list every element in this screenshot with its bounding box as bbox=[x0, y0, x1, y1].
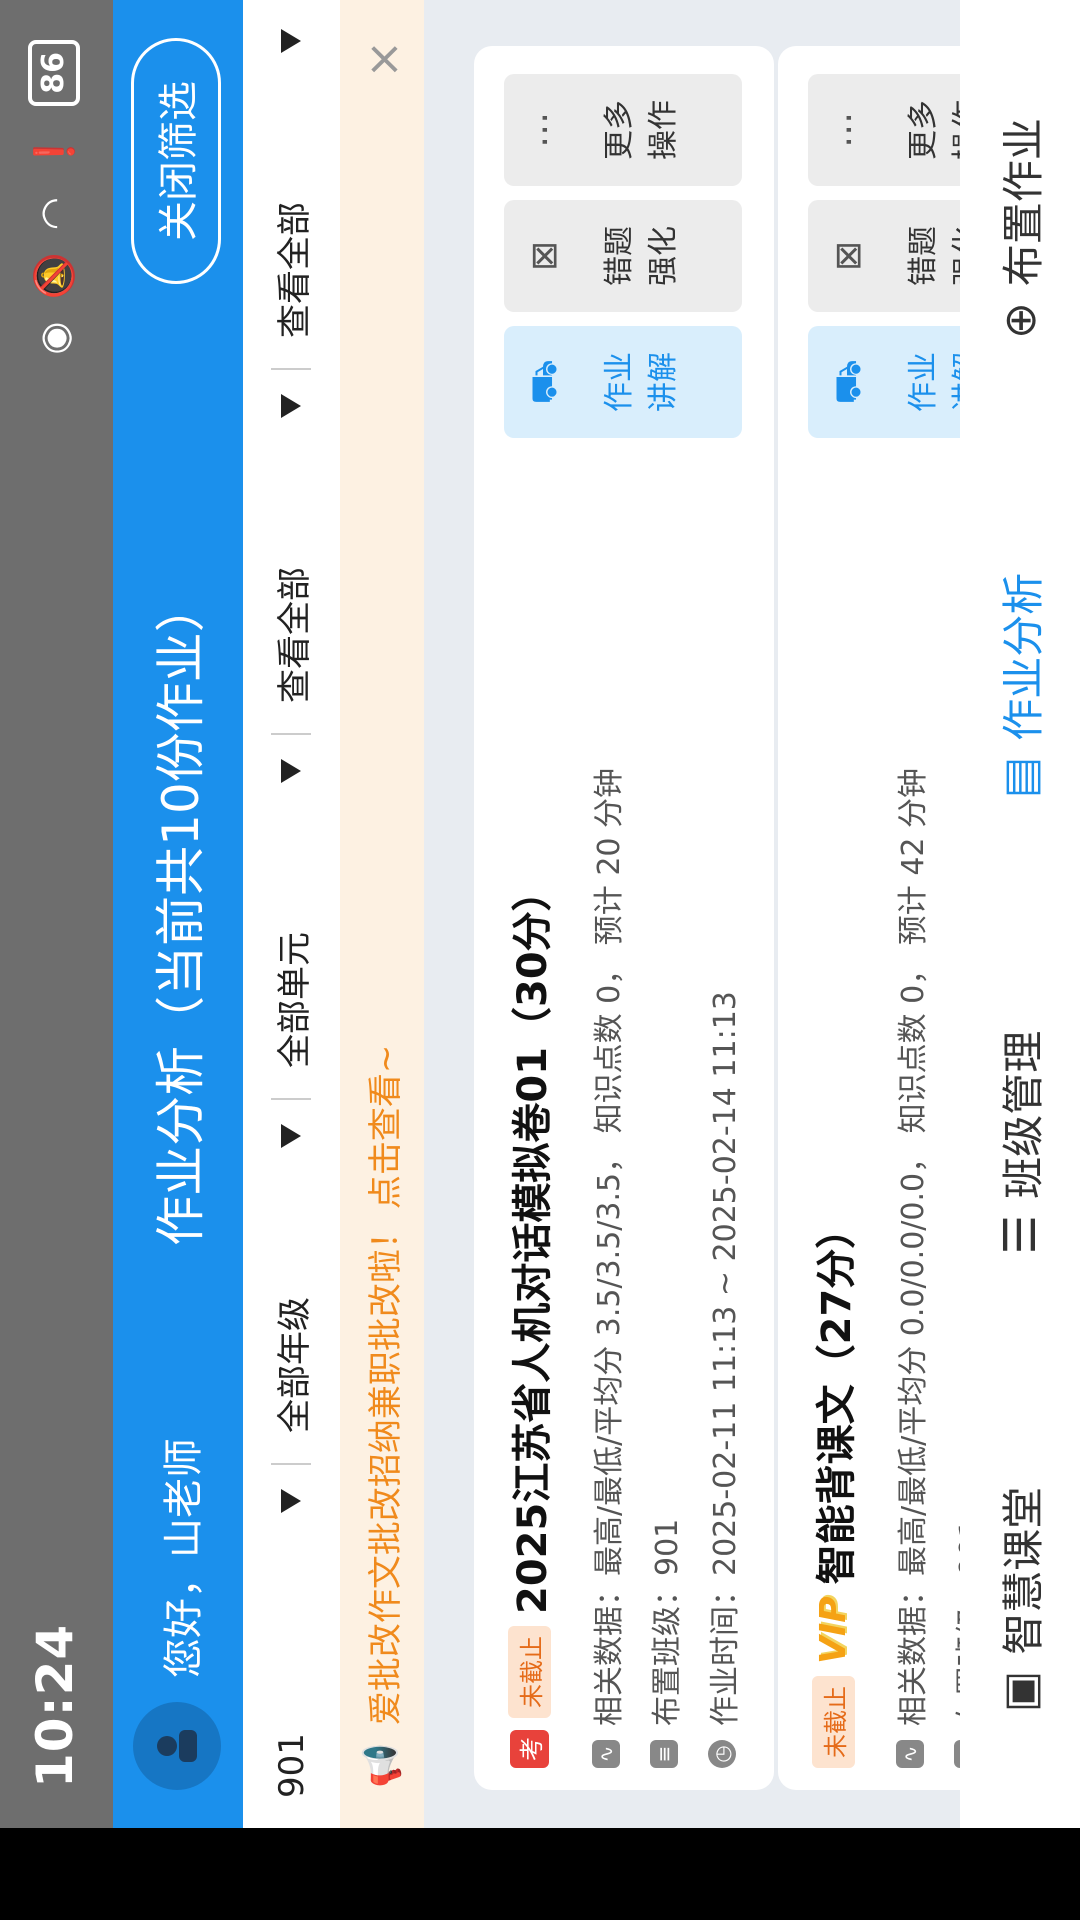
explain-icon: ⛟ bbox=[828, 359, 869, 405]
homework-explain-button[interactable]: ⛟ 作业讲解 bbox=[504, 326, 742, 438]
status-time: 10:24 bbox=[26, 1623, 84, 1788]
analysis-icon: ▤ bbox=[994, 756, 1046, 799]
chart-icon: ∿ bbox=[592, 1740, 620, 1768]
time-row: ◷ 作业时间：2025-02-11 11:13 ~ 2025-02-14 11:… bbox=[700, 991, 744, 1768]
status-bar: 10:24 ◉ 🔕 ◠ ❗ 86 bbox=[0, 0, 113, 1828]
stats-text: 相关数据：最高/最低/平均分 0.0/0.0/0.0， 知识点数 0， 预计 4… bbox=[896, 767, 931, 1726]
nav-smart-classroom[interactable]: ▣ 智慧课堂 bbox=[990, 1371, 1051, 1828]
status-badge: 未截止 bbox=[507, 1626, 551, 1718]
stats-text: 相关数据：最高/最低/平均分 3.5/3.5/3.5， 知识点数 0， 预计 2… bbox=[592, 767, 627, 1726]
stats-row: ∿ 相关数据：最高/最低/平均分 0.0/0.0/0.0， 知识点数 0， 预计… bbox=[888, 768, 932, 1768]
filter-unit[interactable]: 全部单元 bbox=[243, 733, 340, 1098]
class-row: ≡ 布置班级：901 bbox=[642, 1519, 686, 1768]
status-icons: ◉ 🔕 ◠ ❗ 86 bbox=[28, 40, 80, 355]
dropdown-arrow-icon bbox=[281, 29, 301, 53]
card-title-row: 未截止 VIP 智能背课文（27分） bbox=[804, 1209, 862, 1768]
filter-label: 全部单元 bbox=[275, 932, 315, 1068]
wrong-question-button[interactable]: ⊠ 错题强化 bbox=[504, 200, 742, 312]
nav-class-management[interactable]: ☰ 班级管理 bbox=[990, 914, 1051, 1371]
class-icon: ☰ bbox=[994, 1214, 1046, 1255]
speaker-icon: 📢 bbox=[362, 1743, 403, 1788]
wrong-question-icon: ⊠ bbox=[524, 240, 565, 272]
eye-icon: ◉ bbox=[32, 321, 76, 355]
clock-icon: ◷ bbox=[708, 1740, 736, 1768]
more-icon: ⋯ bbox=[828, 112, 869, 148]
plus-icon: ⊕ bbox=[994, 302, 1046, 339]
divider bbox=[271, 1098, 311, 1100]
class-icon: ≡ bbox=[650, 1740, 678, 1768]
homework-title: 智能背课文（27分） bbox=[814, 1208, 860, 1585]
filter-grade[interactable]: 全部年级 bbox=[243, 1098, 340, 1463]
filter-label: 全部年级 bbox=[275, 1297, 315, 1433]
filter-view-all-1[interactable]: 查看全部 bbox=[243, 368, 340, 733]
notice-link[interactable]: 点击查看~ bbox=[358, 1045, 407, 1210]
more-icon: ⋯ bbox=[524, 112, 565, 148]
dropdown-arrow-icon bbox=[281, 1489, 301, 1513]
card-title-row: 考 未截止 2025江苏省人机对话模拟卷01（30分） bbox=[500, 871, 558, 1768]
wrong-question-icon: ⊠ bbox=[828, 240, 869, 272]
class-text: 布置班级：901 bbox=[650, 1518, 685, 1726]
nav-assign-homework[interactable]: ⊕ 布置作业 bbox=[990, 0, 1051, 457]
action-label: 作业讲解 bbox=[602, 352, 681, 412]
homework-card[interactable]: 考 未截止 2025江苏省人机对话模拟卷01（30分） ∿ 相关数据：最高/最低… bbox=[474, 46, 774, 1790]
filter-label: 查看全部 bbox=[275, 202, 315, 338]
divider bbox=[271, 1463, 311, 1465]
filter-label: 901 bbox=[271, 1733, 312, 1798]
homework-title: 2025江苏省人机对话模拟卷01（30分） bbox=[510, 871, 556, 1614]
filter-class[interactable]: 901 bbox=[243, 1463, 340, 1828]
stats-row: ∿ 相关数据：最高/最低/平均分 3.5/3.5/3.5， 知识点数 0， 预计… bbox=[584, 768, 628, 1768]
card-actions: ⛟ 作业讲解 ⊠ 错题强化 ⋯ 更多操作 bbox=[504, 74, 742, 438]
filter-label: 查看全部 bbox=[275, 567, 315, 703]
divider bbox=[271, 733, 311, 735]
filter-bar: 901 全部年级 全部单元 查看全部 查看全部 bbox=[243, 0, 340, 1828]
wifi-icon: ◠ bbox=[32, 197, 76, 231]
notice-text: 爱批改作文批改招纳兼职批改啦！ bbox=[365, 1215, 406, 1726]
dropdown-arrow-icon bbox=[281, 1124, 301, 1148]
action-label: 错题强化 bbox=[602, 226, 681, 286]
battery-icon: 86 bbox=[28, 40, 80, 106]
notice-banner: 📢 爱批改作文批改招纳兼职批改啦！ 点击查看~ × bbox=[340, 0, 424, 1828]
time-text: 作业时间：2025-02-11 11:13 ~ 2025-02-14 11:13 bbox=[708, 991, 743, 1726]
bottom-nav: ▣ 智慧课堂 ☰ 班级管理 ▤ 作业分析 ⊕ 布置作业 bbox=[960, 0, 1080, 1828]
nav-homework-analysis[interactable]: ▤ 作业分析 bbox=[990, 457, 1051, 914]
mute-icon: 🔕 bbox=[32, 252, 76, 300]
status-badge: 未截止 bbox=[811, 1676, 855, 1768]
action-label: 更多操作 bbox=[602, 100, 681, 160]
video-icon: ▣ bbox=[994, 1670, 1046, 1713]
close-icon[interactable]: × bbox=[356, 40, 410, 79]
divider bbox=[271, 368, 311, 370]
nav-label: 作业分析 bbox=[998, 572, 1048, 741]
header-bar: 您好，山老师 作业分析（当前共10份作业） 关闭筛选 bbox=[113, 0, 243, 1828]
close-filter-button[interactable]: 关闭筛选 bbox=[131, 38, 221, 284]
explain-icon: ⛟ bbox=[524, 359, 565, 405]
dropdown-arrow-icon bbox=[281, 394, 301, 418]
dropdown-arrow-icon bbox=[281, 759, 301, 783]
nav-label: 班级管理 bbox=[998, 1030, 1048, 1199]
filter-view-all-2[interactable]: 查看全部 bbox=[243, 3, 340, 368]
app-screen: 10:24 ◉ 🔕 ◠ ❗ 86 您好，山老师 作业分析（当前共10份作业） 关… bbox=[0, 0, 1080, 1828]
chart-icon: ∿ bbox=[896, 1740, 924, 1768]
nav-label: 智慧课堂 bbox=[998, 1486, 1048, 1655]
exam-tag: 考 bbox=[509, 1730, 549, 1768]
more-actions-button[interactable]: ⋯ 更多操作 bbox=[504, 74, 742, 186]
vip-badge: VIP bbox=[812, 1596, 854, 1664]
alert-icon: ❗ bbox=[32, 127, 76, 176]
nav-label: 布置作业 bbox=[998, 118, 1048, 287]
